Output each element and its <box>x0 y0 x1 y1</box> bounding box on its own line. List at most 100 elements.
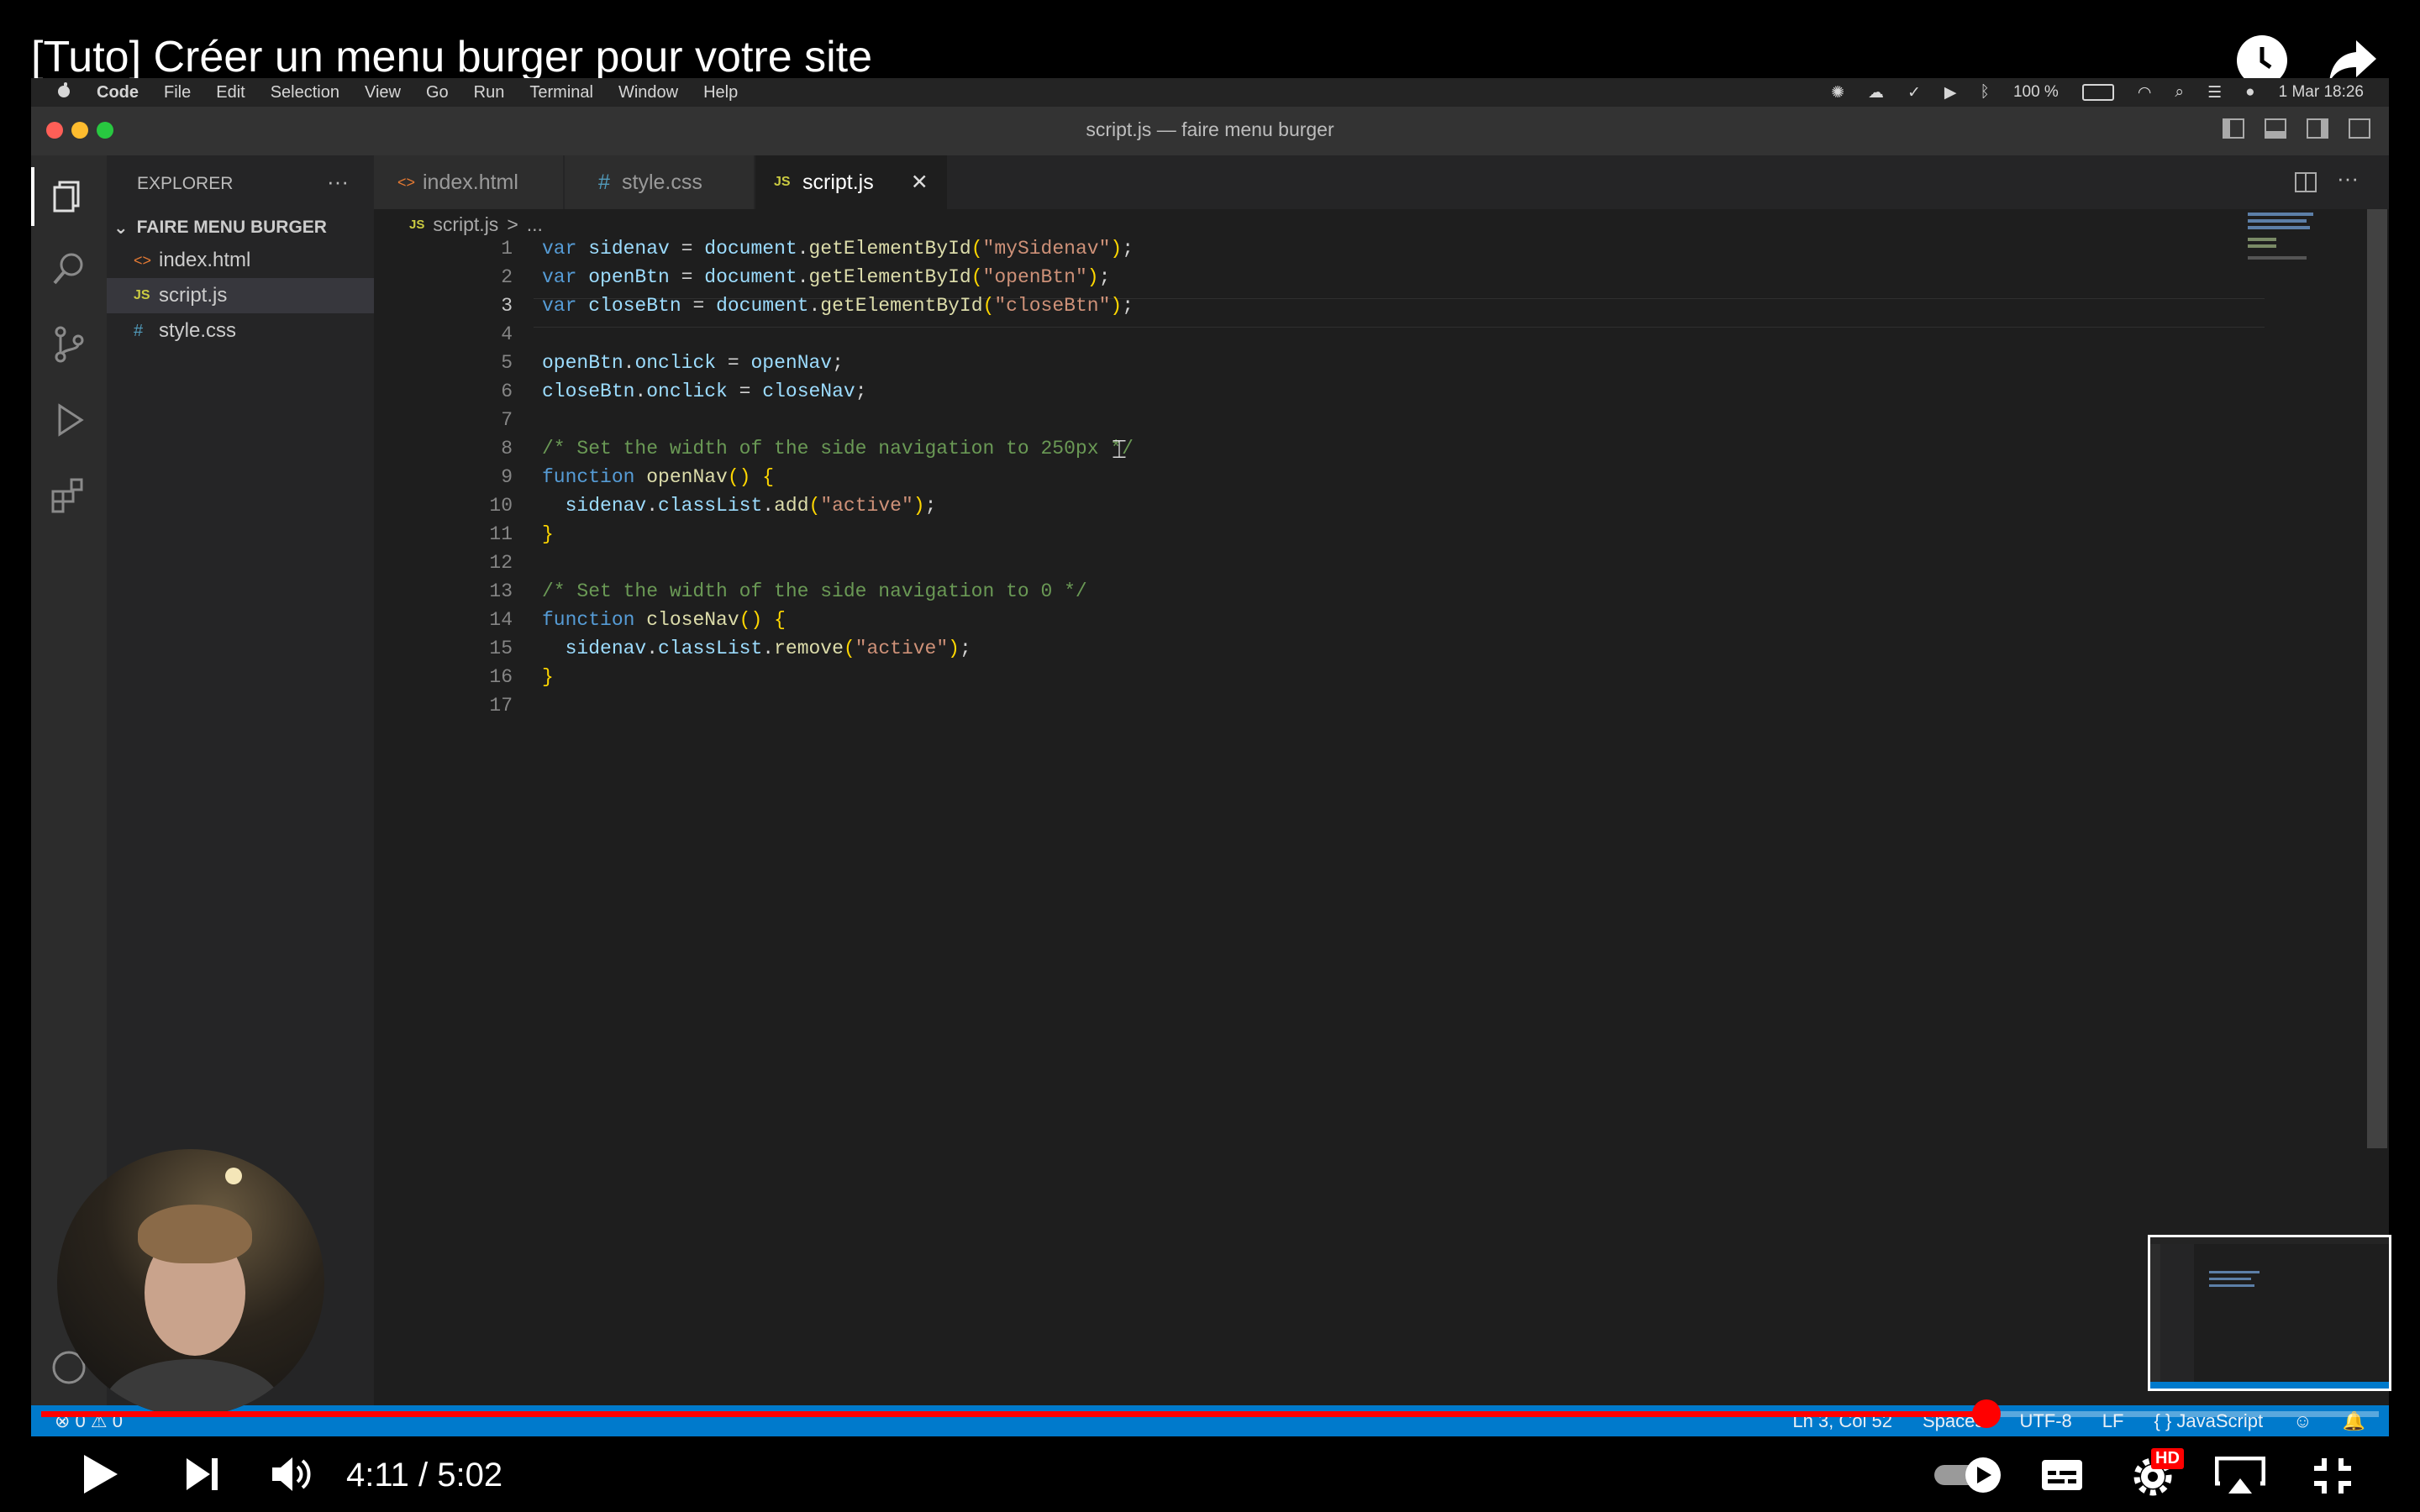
project-folder[interactable]: ⌄ FAIRE MENU BURGER <box>113 218 327 239</box>
more-actions-icon[interactable]: ··· <box>2337 165 2359 192</box>
explorer-more-button[interactable]: ··· <box>327 169 349 195</box>
toggle-panel-icon[interactable] <box>2265 118 2286 139</box>
tab-script-js[interactable]: JS script.js ✕ <box>755 155 947 209</box>
toggle-sidebar-icon[interactable] <box>2223 118 2244 139</box>
siri-icon[interactable]: ● <box>2245 83 2254 102</box>
code-editor[interactable]: JS script.js > ... 1 2 3 4 5 6 7 8 9 10 … <box>374 209 2389 1436</box>
video-title[interactable]: [Tuto] Créer un menu burger pour votre s… <box>31 32 872 82</box>
explorer-icon[interactable] <box>48 176 90 218</box>
line-number: 13 <box>489 580 513 602</box>
code-token: document <box>716 295 809 317</box>
code-line[interactable]: } <box>542 523 554 545</box>
line-number: 14 <box>489 609 513 631</box>
menu-terminal[interactable]: Terminal <box>529 83 593 102</box>
run-debug-icon[interactable] <box>48 399 90 441</box>
customize-layout-icon[interactable] <box>2349 118 2370 139</box>
source-control-icon[interactable] <box>48 323 90 365</box>
line-number: 4 <box>501 323 513 345</box>
tab-index-html[interactable]: <> index.html <box>374 155 563 209</box>
code-token: = <box>669 238 705 260</box>
breadcrumb-file[interactable]: script.js <box>433 213 498 236</box>
code-line[interactable]: openBtn.onclick = openNav; <box>542 352 844 374</box>
html-file-icon: <> <box>134 251 152 269</box>
vertical-scrollbar[interactable] <box>2367 209 2387 1148</box>
menu-window[interactable]: Window <box>618 83 678 102</box>
file-item-script-js[interactable]: JS script.js <box>107 278 374 313</box>
close-tab-icon[interactable]: ✕ <box>911 170 929 195</box>
line-number: 2 <box>501 266 513 288</box>
menu-file[interactable]: File <box>164 83 191 102</box>
menu-go[interactable]: Go <box>426 83 449 102</box>
menu-run[interactable]: Run <box>474 83 505 102</box>
volume-icon[interactable] <box>271 1455 314 1498</box>
code-line[interactable]: /* Set the width of the side navigation … <box>542 580 1087 602</box>
control-center-icon[interactable]: ☰ <box>2207 83 2222 102</box>
airplay-icon[interactable] <box>2214 1456 2266 1499</box>
code-token: . <box>623 352 635 374</box>
split-editor-icon[interactable] <box>2295 172 2317 192</box>
js-file-icon: JS <box>134 288 150 302</box>
menu-edit[interactable]: Edit <box>216 83 245 102</box>
code-token: "active" <box>855 638 949 659</box>
code-token: } <box>542 666 554 688</box>
apple-icon[interactable] <box>56 81 71 103</box>
play-circle-icon[interactable]: ▶ <box>1944 83 1957 102</box>
video-frame[interactable]: Code File Edit Selection View Go Run Ter… <box>31 78 2389 1436</box>
extensions-icon[interactable] <box>48 475 90 517</box>
code-line[interactable]: sidenav.classList.add("active"); <box>542 495 937 517</box>
code-line[interactable]: function openNav() { <box>542 466 774 488</box>
code-token: ) <box>1110 295 1123 317</box>
menu-view[interactable]: View <box>365 83 401 102</box>
code-token: ) <box>1110 238 1123 260</box>
progress-scrubber[interactable] <box>1971 1399 2001 1428</box>
code-token: ( <box>971 266 983 288</box>
file-item-index-html[interactable]: <> index.html <box>107 243 374 278</box>
subtitles-icon[interactable] <box>2040 1458 2084 1496</box>
check-icon[interactable]: ✓ <box>1907 83 1921 102</box>
code-line[interactable]: sidenav.classList.remove("active"); <box>542 638 971 659</box>
code-token: add <box>774 495 809 517</box>
code-line[interactable]: function closeNav() { <box>542 609 786 631</box>
battery-icon[interactable] <box>2081 84 2114 101</box>
code-line[interactable]: } <box>542 666 554 688</box>
breadcrumb-symbol[interactable]: ... <box>527 213 543 236</box>
code-token: } <box>542 523 554 545</box>
search-icon[interactable]: ⌕ <box>2175 83 2184 102</box>
file-item-style-css[interactable]: # style.css <box>107 313 374 349</box>
code-token: getElementById <box>820 295 983 317</box>
code-token: getElementById <box>808 238 971 260</box>
js-file-icon: JS <box>774 175 791 189</box>
menu-code[interactable]: Code <box>97 83 139 102</box>
cloud-icon[interactable]: ☁ <box>1868 83 1884 102</box>
play-button[interactable] <box>81 1453 119 1499</box>
autoplay-toggle[interactable] <box>1933 1457 2003 1498</box>
share-icon[interactable] <box>2328 37 2378 84</box>
code-token: var <box>542 238 589 260</box>
settings-gear-icon[interactable]: ✺ <box>1831 83 1844 102</box>
clock-text: 1 Mar 18:26 <box>2278 83 2364 101</box>
code-line[interactable]: var sidenav = document.getElementById("m… <box>542 238 1134 260</box>
menu-help[interactable]: Help <box>703 83 738 102</box>
minimap[interactable] <box>2248 209 2315 260</box>
tab-style-css[interactable]: # style.css <box>565 155 754 209</box>
code-line[interactable]: var openBtn = document.getElementById("o… <box>542 266 1110 288</box>
editor-tab-bar: <> index.html # style.css JS script.js ✕… <box>374 155 2389 209</box>
code-line[interactable]: closeBtn.onclick = closeNav; <box>542 381 867 402</box>
progress-track[interactable] <box>41 1399 2379 1428</box>
code-token: ( <box>982 295 995 317</box>
code-line[interactable]: var closeBtn = document.getElementById("… <box>542 295 1134 317</box>
tab-label: script.js <box>802 170 874 194</box>
wifi-icon[interactable]: ◠ <box>2138 83 2152 102</box>
code-token: = <box>716 352 751 374</box>
exit-fullscreen-icon[interactable] <box>2312 1457 2353 1499</box>
toggle-secondary-sidebar-icon[interactable] <box>2307 118 2328 139</box>
menu-selection[interactable]: Selection <box>271 83 339 102</box>
code-token: var <box>542 266 589 288</box>
code-token: openBtn <box>588 266 670 288</box>
chevron-down-icon: ⌄ <box>113 218 129 238</box>
bluetooth-icon[interactable]: ᛒ <box>1981 83 1990 102</box>
next-button[interactable] <box>185 1457 220 1496</box>
code-line[interactable]: /* Set the width of the side navigation … <box>542 438 1134 459</box>
line-number: 12 <box>489 552 513 574</box>
search-icon[interactable] <box>48 248 90 290</box>
